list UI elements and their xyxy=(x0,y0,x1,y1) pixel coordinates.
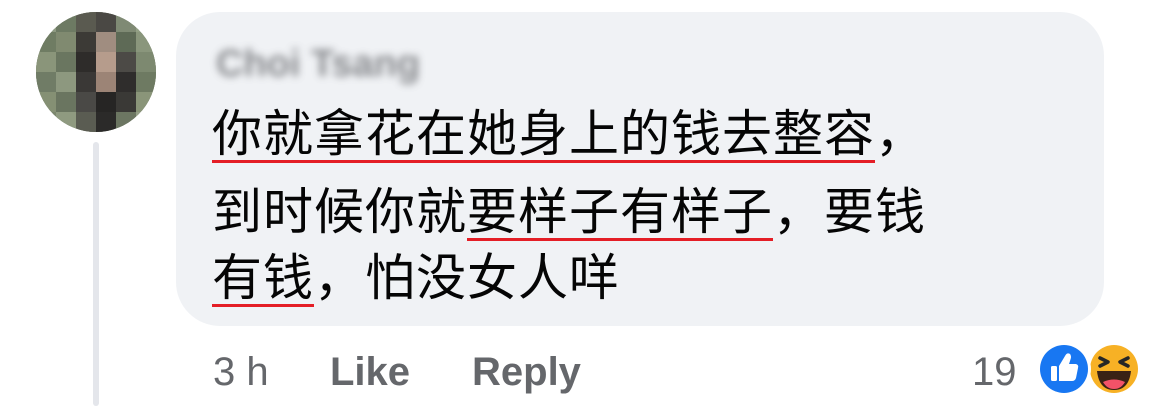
comment-author-name[interactable]: Choi Tsang xyxy=(216,42,420,86)
haha-icon xyxy=(1087,342,1141,396)
comment-timestamp[interactable]: 3 h xyxy=(213,346,269,398)
text-segment: ，要钱 xyxy=(773,183,926,241)
reaction-count[interactable]: 19 xyxy=(972,346,1017,398)
comment-text-line-2: 到时候你就要样子有样子，要钱 xyxy=(212,182,926,242)
text-segment: ， xyxy=(875,105,926,163)
reactions-svg xyxy=(1037,342,1141,396)
text-segment: ，怕没女人咩 xyxy=(314,249,620,307)
comment-text-line-3: 有钱，怕没女人咩 xyxy=(212,248,620,308)
reply-button[interactable]: Reply xyxy=(472,346,581,398)
underlined-text: 你就拿花在她身上的钱去整容 xyxy=(212,105,875,163)
avatar[interactable] xyxy=(36,12,156,132)
underlined-text: 要样子有样子 xyxy=(467,183,773,241)
comment-text-line-1: 你就拿花在她身上的钱去整容， xyxy=(212,104,926,164)
underlined-text: 有钱 xyxy=(212,249,314,307)
comment-bubble: Choi Tsang 你就拿花在她身上的钱去整容， 到时候你就要样子有样子，要钱… xyxy=(176,12,1104,326)
reaction-icons[interactable] xyxy=(1034,340,1146,398)
reply-thread-line xyxy=(93,142,99,406)
pixelated-profile-photo xyxy=(36,12,156,132)
like-icon xyxy=(1037,342,1091,396)
like-button[interactable]: Like xyxy=(330,346,410,398)
text-segment: 到时候你就 xyxy=(212,183,467,241)
